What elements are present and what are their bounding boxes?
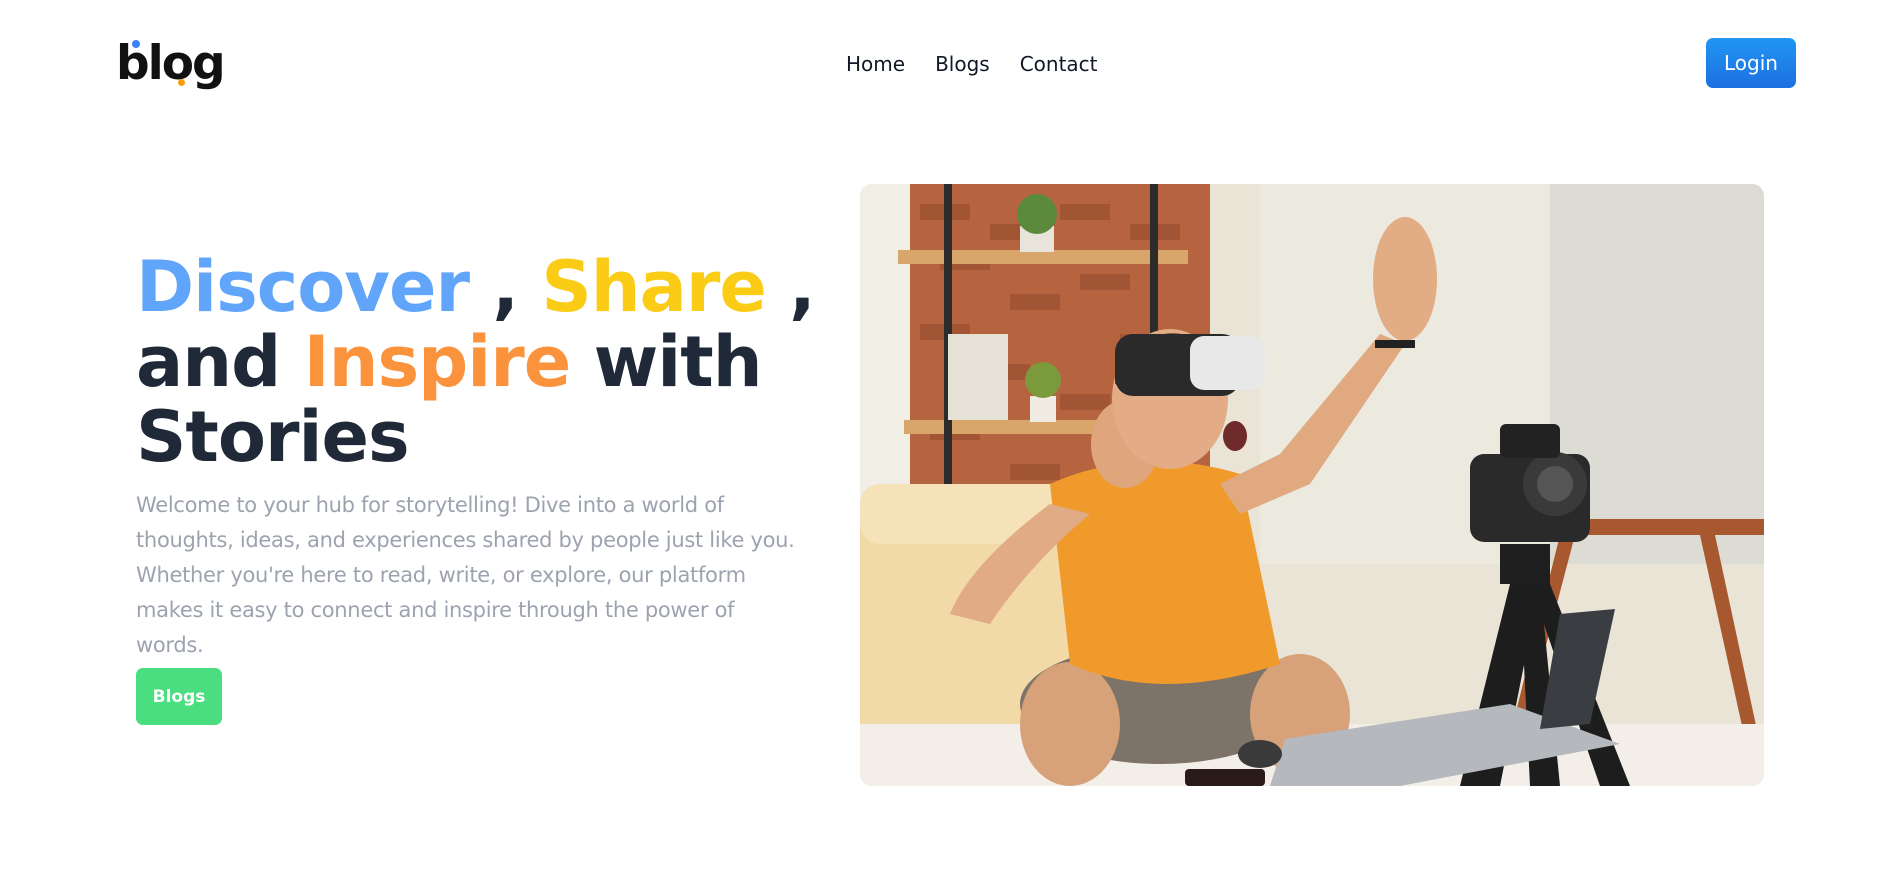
hero-title: Discover , Share , and Inspire with Storie… <box>136 250 856 475</box>
title-word-inspire: Inspire <box>303 321 572 403</box>
hero-illustration <box>860 184 1764 786</box>
login-button[interactable]: Login <box>1706 38 1796 88</box>
hero-description: Welcome to your hub for storytelling! Di… <box>136 493 795 657</box>
title-word-with: with <box>593 321 763 403</box>
nav-link-home[interactable]: Home <box>846 50 905 78</box>
hero-image <box>860 184 1764 786</box>
nav-link-contact[interactable]: Contact <box>1020 50 1098 78</box>
logo[interactable]: blog <box>116 38 226 90</box>
title-separator-1: , <box>468 246 542 328</box>
nav-link-blogs[interactable]: Blogs <box>935 50 990 78</box>
logo-dot-orange <box>178 79 185 86</box>
title-word-discover: Discover <box>136 246 470 328</box>
title-word-and: and <box>136 321 281 403</box>
title-word-share: Share <box>541 246 766 328</box>
title-word-stories: Stories <box>136 396 410 478</box>
logo-dot-blue <box>132 40 140 48</box>
nav-links: Home Blogs Contact <box>846 50 1098 78</box>
blogs-button[interactable]: Blogs <box>136 668 222 725</box>
title-separator-2: , <box>765 246 816 328</box>
navbar: blog Home Blogs Contact Login <box>0 0 1887 130</box>
landing-page: blog Home Blogs Contact Login Discover ,… <box>0 0 1887 894</box>
